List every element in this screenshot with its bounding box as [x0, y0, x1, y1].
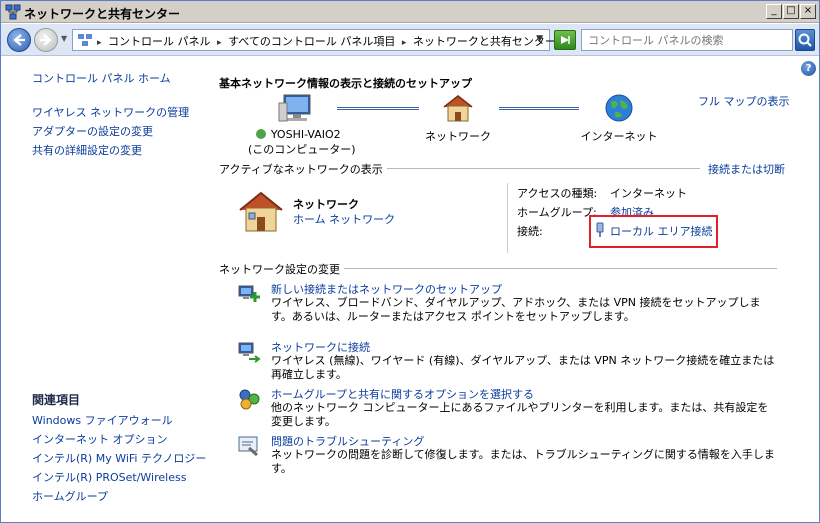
address-bar[interactable]: ▸ コントロール パネル ▸ すべてのコントロール パネル項目 ▸ ネットワーク… [72, 29, 556, 51]
related-item-firewall[interactable]: Windows ファイアウォール [32, 412, 173, 428]
internet-globe-icon [605, 94, 633, 122]
sidebar-item-manage-wireless[interactable]: ワイヤレス ネットワークの管理 [32, 104, 189, 120]
breadcrumb-all-items[interactable]: すべてのコントロール パネル項目 [228, 35, 395, 48]
left-pane: コントロール パネル ホーム ワイヤレス ネットワークの管理 アダプターの設定の… [1, 57, 206, 523]
control-panel-icon [78, 34, 92, 46]
search-icon [798, 33, 812, 47]
new-connection-icon [238, 285, 260, 302]
user-computer-badge-icon [256, 129, 267, 139]
computer-name: YOSHI-VAIO2 [270, 128, 341, 141]
task-homegroup-options-link[interactable]: ホームグループと共有に関するオプションを選択する [271, 386, 534, 402]
back-arrow-icon [13, 34, 25, 46]
map-node-internet[interactable]: インターネット [579, 128, 659, 144]
breadcrumb-arrow-icon[interactable]: ▸ [97, 38, 102, 48]
search-box [581, 29, 793, 51]
connect-disconnect-link[interactable]: 接続または切断 [704, 161, 785, 177]
task-homegroup-options-desc: 他のネットワーク コンピューター上にあるファイルやプリンターを利用します。または… [271, 401, 769, 428]
back-button[interactable] [7, 28, 31, 52]
section-divider [329, 268, 777, 269]
task-connect-network-link[interactable]: ネットワークに接続 [271, 339, 370, 355]
home-network-icon [443, 95, 473, 122]
connection-label: 接続: [517, 225, 543, 238]
recent-pages-dropdown[interactable]: ▼ [61, 34, 67, 43]
task-troubleshoot-desc: ネットワークの問題を診断して修復します。または、トラブルシューティングに関する情… [271, 448, 775, 475]
homegroup-sharing-icon [239, 389, 260, 410]
minimize-button[interactable]: _ [766, 4, 782, 19]
local-area-connection-link[interactable]: ローカル エリア接続 [610, 223, 713, 239]
related-item-proset-wireless[interactable]: インテル(R) PROSet/Wireless [32, 469, 186, 485]
network-center-icon [5, 4, 21, 20]
ethernet-connection-icon [596, 222, 604, 237]
computer-sub: (このコンピューター) [248, 143, 356, 156]
access-type-label: アクセスの種類: [517, 187, 598, 200]
refresh-icon [561, 36, 570, 44]
home-network-large-icon [239, 191, 283, 232]
task-setup-connection-link[interactable]: 新しい接続またはネットワークのセットアップ [271, 281, 502, 297]
active-network-name: ネットワーク [293, 198, 359, 211]
section-divider [356, 168, 700, 169]
related-heading: 関連項目 [32, 393, 81, 407]
search-button[interactable] [795, 29, 815, 51]
help-icon[interactable]: ? [801, 61, 816, 76]
internet-label: インターネット [580, 130, 658, 143]
active-network-type-link[interactable]: ホーム ネットワーク [293, 211, 395, 227]
address-toolbar: ▼ ▸ コントロール パネル ▸ すべてのコントロール パネル項目 ▸ ネットワ… [1, 24, 819, 56]
computer-icon [278, 94, 311, 122]
maximize-button[interactable]: □ [783, 4, 799, 19]
breadcrumb-control-panel[interactable]: コントロール パネル [108, 35, 211, 48]
breadcrumb-arrow-icon[interactable]: ▸ [402, 38, 407, 48]
task-troubleshoot-link[interactable]: 問題のトラブルシューティング [271, 433, 424, 449]
main-window: ネットワークと共有センター _ □ × ▼ ▸ コントロール パネル ▸ すべて… [0, 0, 820, 523]
related-item-internet-options[interactable]: インターネット オプション [32, 431, 168, 447]
map-link-network-internet [499, 107, 579, 110]
breadcrumb: ▸ コントロール パネル ▸ すべてのコントロール パネル項目 ▸ ネットワーク… [97, 33, 559, 49]
forward-arrow-icon [40, 34, 52, 46]
map-link-computer-network [337, 107, 419, 110]
title-bar: ネットワークと共有センター _ □ × [1, 1, 819, 23]
full-map-link[interactable]: フル マップの表示 [698, 93, 790, 109]
address-dropdown-icon[interactable]: ▼ [536, 34, 543, 44]
breadcrumb-arrow-icon[interactable]: ▸ [217, 38, 222, 48]
map-node-computer[interactable]: YOSHI-VAIO2 (このコンピューター) [248, 128, 356, 157]
page-title: 基本ネットワーク情報の表示と接続のセットアップ [219, 77, 472, 90]
access-type-value: インターネット [610, 187, 687, 200]
breadcrumb-network-center[interactable]: ネットワークと共有センター [413, 35, 556, 48]
info-divider [507, 183, 508, 253]
network-label: ネットワーク [425, 130, 491, 143]
search-input[interactable] [588, 31, 788, 49]
troubleshoot-icon [238, 436, 258, 457]
sidebar-item-control-panel-home[interactable]: コントロール パネル ホーム [32, 70, 171, 86]
network-settings-heading: ネットワーク設定の変更 [219, 261, 344, 277]
connect-to-network-icon [238, 342, 261, 363]
task-connect-network-desc: ワイヤレス (無線)、ワイヤード (有線)、ダイヤルアップ、または VPN ネッ… [271, 354, 775, 381]
homegroup-label: ホームグループ: [517, 206, 597, 219]
window-title: ネットワークと共有センター [24, 7, 181, 21]
related-item-homegroup[interactable]: ホームグループ [32, 488, 108, 504]
active-networks-heading: アクティブなネットワークの表示 [219, 161, 387, 177]
sidebar-item-advanced-sharing[interactable]: 共有の詳細設定の変更 [32, 142, 142, 158]
map-node-network[interactable]: ネットワーク [425, 128, 491, 144]
close-button[interactable]: × [800, 4, 816, 19]
related-item-my-wifi[interactable]: インテル(R) My WiFi テクノロジー [32, 450, 206, 466]
task-setup-connection-desc: ワイヤレス、ブロードバンド、ダイヤルアップ、アドホック、または VPN 接続をセ… [271, 296, 761, 323]
sidebar-item-adapter-settings[interactable]: アダプターの設定の変更 [32, 123, 153, 139]
refresh-button[interactable] [554, 30, 576, 50]
forward-button[interactable] [34, 28, 58, 52]
